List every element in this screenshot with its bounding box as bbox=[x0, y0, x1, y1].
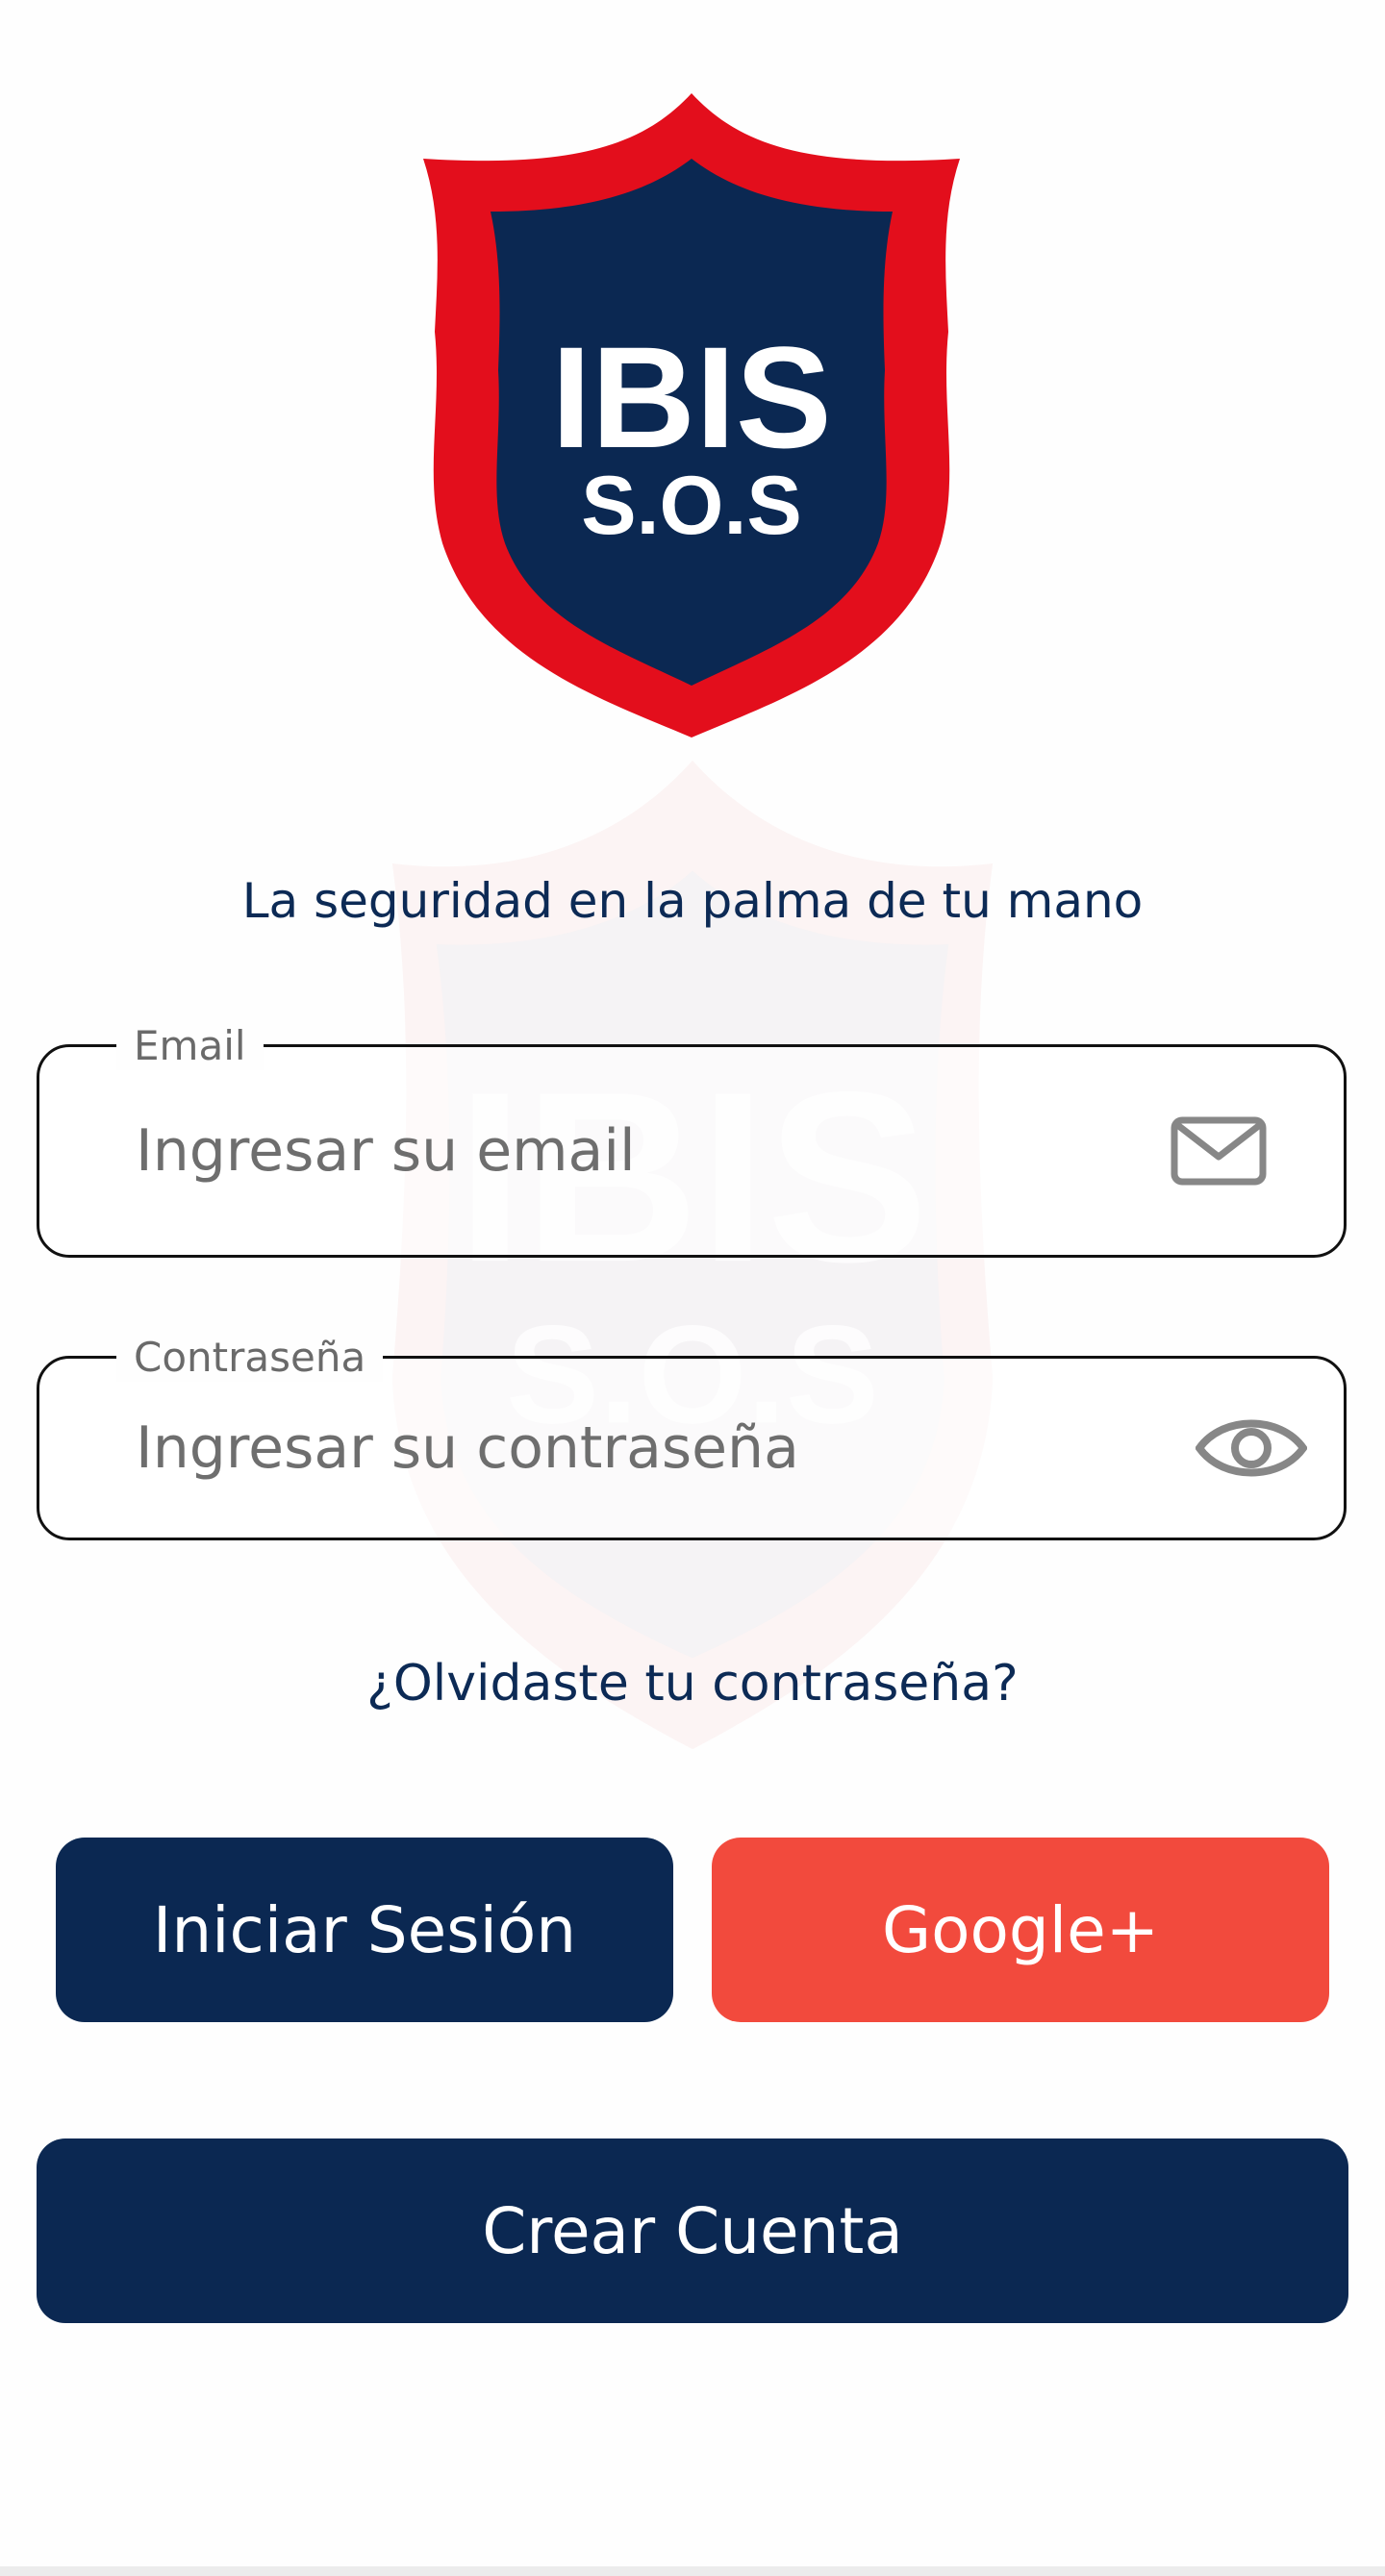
logo-text-sos: S.O.S bbox=[581, 460, 801, 552]
login-button[interactable]: Iniciar Sesión bbox=[56, 1838, 673, 2022]
forgot-password-link[interactable]: ¿Olvidaste tu contraseña? bbox=[0, 1650, 1385, 1717]
login-screen: IBIS S.O.S IBIS S.O.S La seguridad en la… bbox=[0, 0, 1385, 2576]
create-account-button[interactable]: Crear Cuenta bbox=[37, 2138, 1348, 2323]
password-field[interactable]: Contraseña bbox=[37, 1334, 1347, 1540]
email-label: Email bbox=[116, 1022, 264, 1070]
envelope-icon bbox=[1171, 1116, 1267, 1186]
password-label: Contraseña bbox=[116, 1334, 384, 1382]
ibis-sos-logo: IBIS S.O.S bbox=[423, 93, 960, 738]
logo-text-ibis: IBIS bbox=[551, 316, 832, 478]
email-field[interactable]: Email bbox=[37, 1022, 1347, 1258]
password-input[interactable] bbox=[136, 1414, 1146, 1482]
tagline: La seguridad en la palma de tu mano bbox=[241, 873, 1144, 929]
google-login-button[interactable]: Google+ bbox=[712, 1838, 1329, 2022]
email-input[interactable] bbox=[136, 1117, 1146, 1185]
eye-icon[interactable] bbox=[1196, 1410, 1307, 1487]
bottom-bar bbox=[0, 2566, 1385, 2576]
